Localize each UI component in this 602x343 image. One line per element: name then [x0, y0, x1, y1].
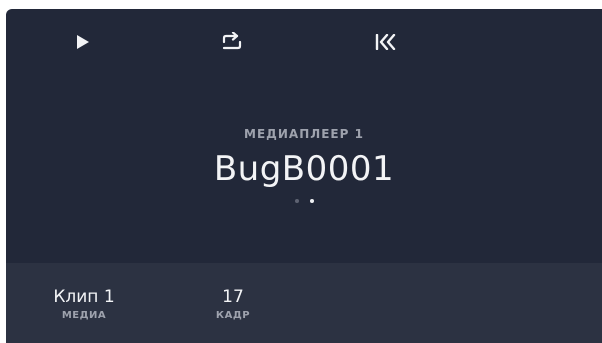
loop-icon: [222, 32, 242, 50]
media-value: Клип 1: [53, 287, 115, 307]
frame-label: КАДР: [215, 310, 251, 321]
frame-field[interactable]: 17 КАДР: [208, 287, 258, 322]
status-footer: Клип 1 МЕДИА 17 КАДР: [6, 263, 602, 343]
frame-value: 17: [222, 287, 244, 307]
page-indicator[interactable]: [6, 199, 602, 203]
play-icon: [77, 35, 89, 49]
media-player-panel: МЕДИАПЛЕЕР 1 BugB0001 Клип 1 МЕДИА 17 КА…: [6, 9, 602, 343]
loop-button[interactable]: [214, 27, 250, 57]
page-dot-active[interactable]: [309, 199, 314, 203]
page-dot[interactable]: [294, 199, 299, 203]
player-info: МЕДИАПЛЕЕР 1 BugB0001: [6, 127, 602, 203]
play-button[interactable]: [65, 27, 101, 57]
skip-to-start-button[interactable]: [368, 27, 404, 57]
transport-controls: [6, 9, 602, 73]
clip-name: BugB0001: [213, 149, 395, 189]
media-field[interactable]: Клип 1 МЕДИА: [44, 287, 124, 322]
skip-to-start-icon: [375, 34, 396, 50]
player-label: МЕДИАПЛЕЕР 1: [244, 127, 364, 141]
media-label: МЕДИА: [61, 310, 107, 321]
